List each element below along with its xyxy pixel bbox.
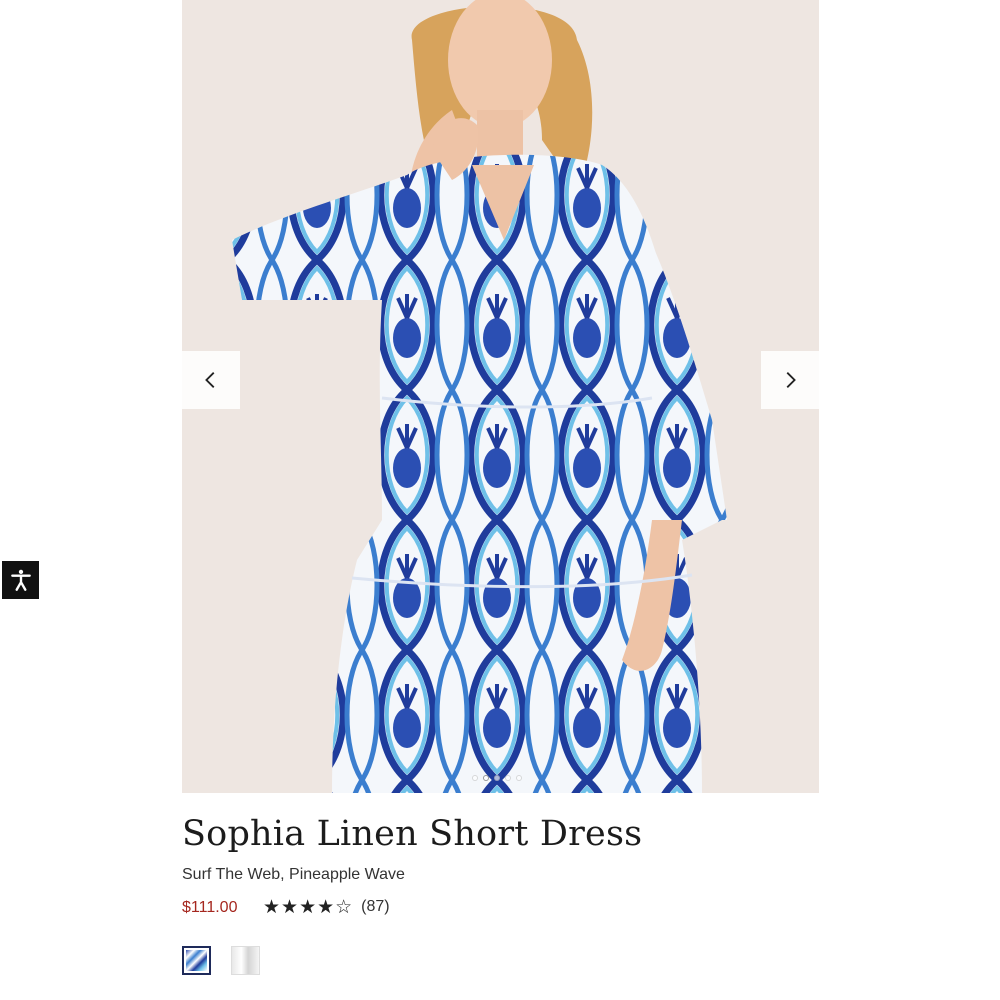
product-rating[interactable]: ★★★★☆ (87): [263, 895, 390, 919]
carousel-dot[interactable]: [505, 775, 511, 781]
carousel-dot-active[interactable]: [483, 775, 489, 781]
previous-image-button[interactable]: [182, 351, 240, 409]
accessibility-icon: [10, 569, 31, 591]
carousel-indicators: [472, 775, 522, 781]
chevron-right-icon: [786, 372, 796, 388]
review-count[interactable]: (87): [361, 895, 389, 919]
product-image[interactable]: [182, 0, 819, 793]
color-swatch-pineapple-wave[interactable]: [182, 946, 211, 975]
product-color-name: Surf The Web, Pineapple Wave: [182, 866, 405, 883]
chevron-left-icon: [205, 372, 215, 388]
swatch-pattern: [186, 950, 207, 971]
product-title: Sophia Linen Short Dress: [182, 814, 643, 854]
model-photo: [182, 0, 819, 793]
next-image-button[interactable]: [761, 351, 819, 409]
carousel-dot[interactable]: [494, 775, 500, 781]
carousel-dot[interactable]: [516, 775, 522, 781]
product-page: Sophia Linen Short Dress Surf The Web, P…: [0, 0, 1000, 1000]
rating-stars: ★★★★☆: [263, 896, 354, 918]
carousel-dot[interactable]: [472, 775, 478, 781]
accessibility-button[interactable]: [2, 561, 39, 599]
product-price: $111.00: [182, 899, 238, 916]
color-swatch-white[interactable]: [231, 946, 260, 975]
